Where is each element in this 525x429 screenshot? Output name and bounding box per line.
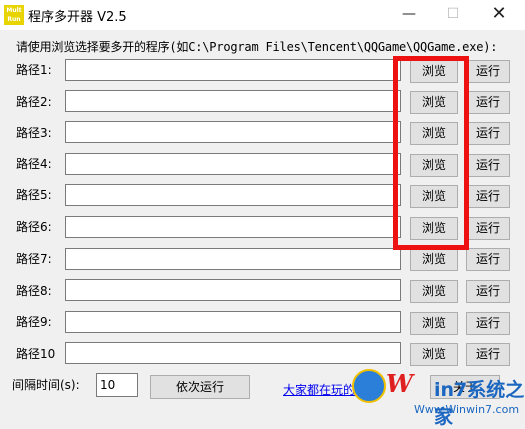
path-label-2: 路径2: [16,95,52,109]
browse-button-7[interactable]: 浏览 [410,248,458,271]
browse-button-6[interactable]: 浏览 [410,217,458,240]
path-label-1: 路径1: [16,63,52,77]
run-button-9[interactable]: 运行 [466,312,510,335]
path-label-6: 路径6: [16,220,52,234]
path-label-4: 路径4: [16,157,52,171]
close-button[interactable]: ✕ [477,0,521,30]
maximize-button[interactable]: ☐ [431,0,475,30]
run-button-2[interactable]: 运行 [466,91,510,114]
path-label-5: 路径5: [16,188,52,202]
path-input-5[interactable] [65,184,401,206]
run-button-1[interactable]: 运行 [466,60,510,83]
run-button-7[interactable]: 运行 [466,248,510,271]
path-input-4[interactable] [65,153,401,175]
browse-button-2[interactable]: 浏览 [410,91,458,114]
run-button-8[interactable]: 运行 [466,280,510,303]
interval-input[interactable]: 10 [96,373,138,397]
app-icon: Mult Run [4,5,24,25]
interval-label: 间隔时间(s): [12,378,80,392]
browse-button-1[interactable]: 浏览 [410,60,458,83]
path-input-10[interactable] [65,342,401,364]
title-bar: Mult Run 程序多开器 V2.5 — ☐ ✕ [0,0,525,30]
browse-button-4[interactable]: 浏览 [410,154,458,177]
window-title: 程序多开器 V2.5 [28,10,127,25]
path-input-9[interactable] [65,311,401,333]
browse-button-10[interactable]: 浏览 [410,343,458,366]
sequential-run-button[interactable]: 依次运行 [150,375,250,399]
browse-button-8[interactable]: 浏览 [410,280,458,303]
path-label-7: 路径7: [16,252,52,266]
path-input-3[interactable] [65,121,401,143]
path-input-6[interactable] [65,216,401,238]
watermark-brand-letter: W [386,369,413,398]
windows-logo-icon [352,369,386,403]
run-button-4[interactable]: 运行 [466,154,510,177]
watermark-site-name: in7系统之家 [434,379,525,428]
path-input-2[interactable] [65,90,401,112]
run-button-3[interactable]: 运行 [466,122,510,145]
browse-button-9[interactable]: 浏览 [410,312,458,335]
instruction-text: 请使用浏览选择要多开的程序(如C:\Program Files\Tencent\… [16,40,498,54]
site-watermark: W in7系统之家 Www.Winwin7.com [350,367,525,428]
path-label-9: 路径9: [16,315,52,329]
browse-button-3[interactable]: 浏览 [410,122,458,145]
run-button-6[interactable]: 运行 [466,217,510,240]
watermark-url: Www.Winwin7.com [414,403,520,416]
browse-button-5[interactable]: 浏览 [410,185,458,208]
run-button-10[interactable]: 运行 [466,343,510,366]
run-button-5[interactable]: 运行 [466,185,510,208]
minimize-button[interactable]: — [387,0,431,30]
path-label-8: 路径8: [16,284,52,298]
path-label-10: 路径10 [16,347,56,361]
path-input-1[interactable] [65,59,401,81]
path-input-7[interactable] [65,248,401,270]
path-label-3: 路径3: [16,126,52,140]
path-input-8[interactable] [65,279,401,301]
